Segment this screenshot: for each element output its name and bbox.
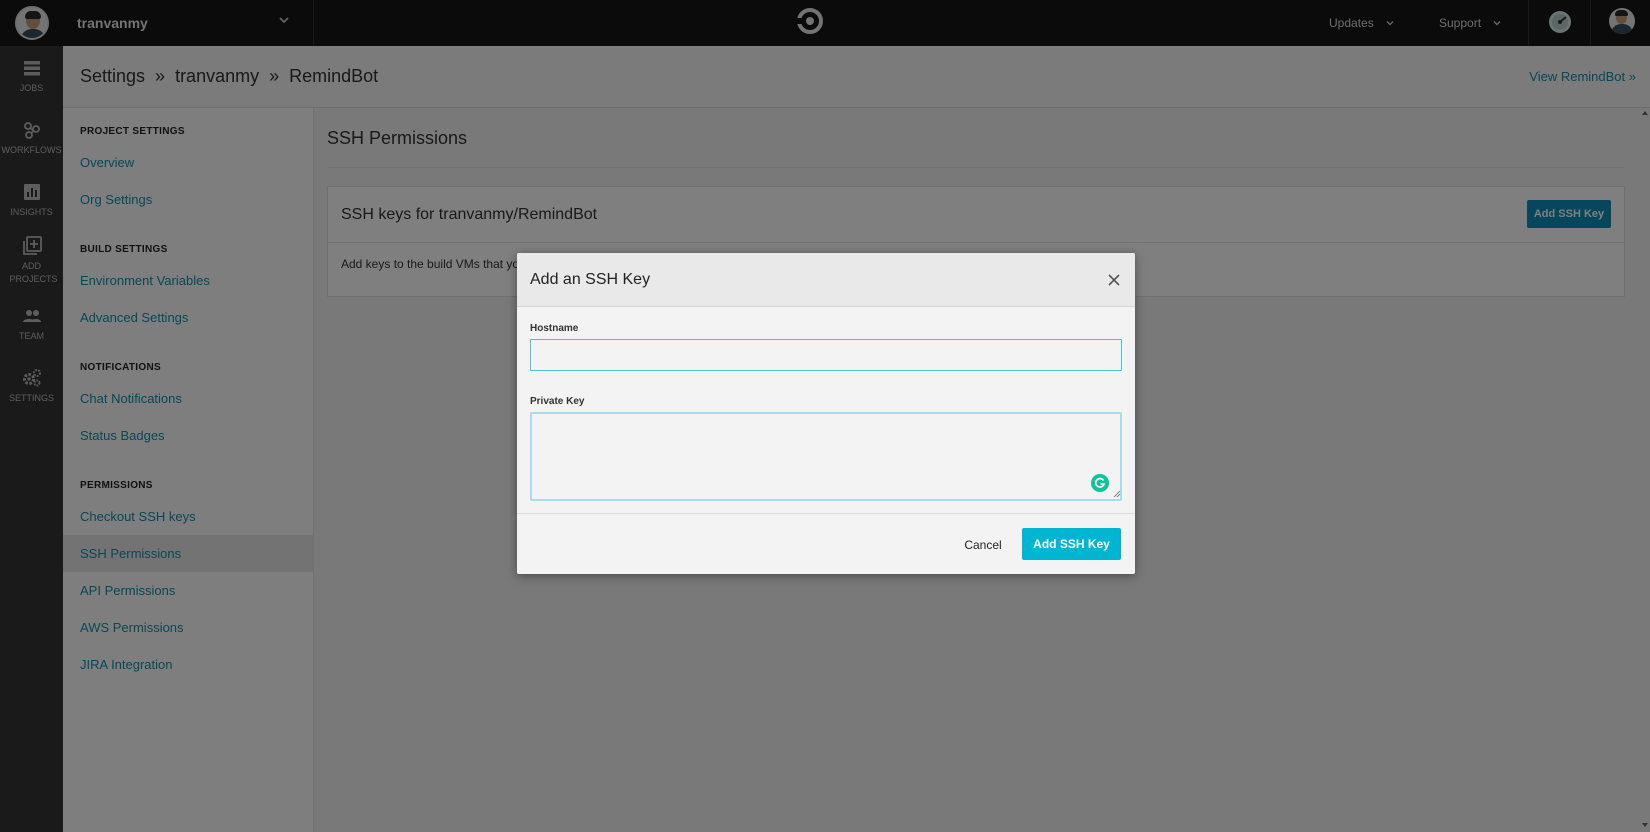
close-icon[interactable] bbox=[1107, 273, 1121, 287]
hostname-input[interactable] bbox=[530, 339, 1122, 371]
dialog-footer-divider bbox=[517, 513, 1135, 514]
private-key-textarea[interactable] bbox=[530, 412, 1122, 501]
hostname-label: Hostname bbox=[530, 323, 579, 334]
submit-ssh-key-button[interactable]: Add SSH Key bbox=[1022, 528, 1121, 560]
dialog-title: Add an SSH Key bbox=[530, 271, 651, 288]
resize-grip-icon[interactable] bbox=[1113, 490, 1121, 498]
grammarly-icon[interactable] bbox=[1091, 474, 1109, 492]
private-key-label: Private Key bbox=[530, 396, 585, 407]
cancel-button[interactable]: Cancel bbox=[952, 529, 1014, 561]
add-ssh-key-dialog: Add an SSH Key Hostname Private Key Canc… bbox=[517, 253, 1135, 574]
dialog-header: Add an SSH Key bbox=[517, 253, 1135, 307]
